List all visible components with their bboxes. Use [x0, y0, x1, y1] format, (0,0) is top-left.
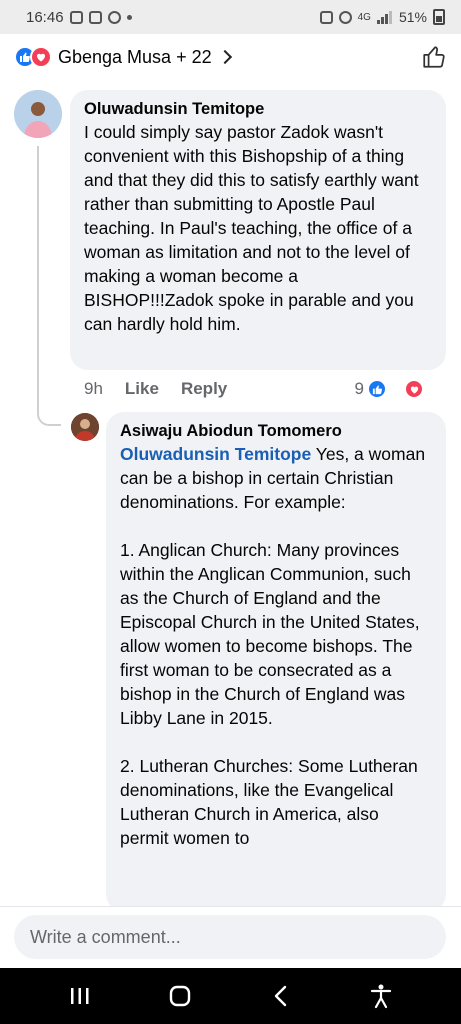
battery-icon	[433, 9, 445, 25]
gallery-icon	[88, 10, 102, 24]
reaction-icons	[14, 46, 52, 68]
back-button[interactable]	[261, 976, 301, 1016]
home-icon	[170, 985, 191, 1007]
recent-apps-icon	[71, 988, 89, 1004]
reactors-label[interactable]: Gbenga Musa + 22	[58, 47, 212, 68]
comment-text: I could simply say pastor Zadok wasn't c…	[84, 122, 424, 334]
comment-composer-area	[0, 906, 461, 968]
recent-apps-button[interactable]	[60, 976, 100, 1016]
like-post-button[interactable]	[419, 42, 449, 72]
status-time: 16:46	[26, 8, 64, 26]
profile-photo-icon	[71, 413, 99, 441]
reactions-header[interactable]: Gbenga Musa + 22	[0, 34, 461, 80]
reply-text: Oluwadunsin Temitope Yes, a woman can be…	[120, 442, 432, 850]
battery-percent: 51%	[398, 9, 427, 25]
comment-actions: 9h Like Reply 9	[84, 376, 446, 402]
reply-body: Yes, a woman can be a bishop in certain …	[120, 444, 426, 848]
like-icon	[367, 379, 387, 399]
notification-icon	[69, 10, 83, 24]
accessibility-icon	[370, 984, 391, 1009]
back-icon	[274, 985, 286, 1007]
avatar[interactable]	[14, 90, 62, 138]
comment-bubble: Oluwadunsin Temitope I could simply say …	[70, 90, 446, 370]
mention-link[interactable]: Oluwadunsin Temitope	[120, 444, 311, 464]
status-right: 4G 51%	[319, 9, 445, 25]
comment-author[interactable]: Oluwadunsin Temitope	[84, 98, 432, 120]
more-notifications-icon	[126, 14, 132, 20]
reaction-count-number: 9	[354, 379, 364, 398]
thread-connector	[37, 146, 61, 426]
love-icon	[30, 46, 52, 68]
messenger-icon	[107, 10, 121, 24]
system-nav-bar	[0, 968, 461, 1024]
comment-composer[interactable]	[14, 915, 446, 959]
comment-time: 9h	[84, 379, 103, 398]
chevron-right-icon[interactable]	[217, 49, 232, 65]
signal-icon	[376, 11, 392, 24]
thumbs-up-icon	[423, 46, 445, 68]
reply-author[interactable]: Asiwaju Abiodun Tomomero	[120, 420, 432, 442]
accessibility-button[interactable]	[361, 976, 401, 1016]
network-label: 4G	[357, 11, 371, 23]
comment-input[interactable]	[30, 926, 430, 948]
avatar[interactable]	[71, 413, 99, 441]
status-left: 16:46	[26, 9, 132, 26]
reply-bubble: Asiwaju Abiodun Tomomero Oluwadunsin Tem…	[106, 412, 446, 912]
love-icon	[404, 379, 424, 399]
status-bar: 16:46 4G 51%	[0, 0, 461, 34]
reaction-count[interactable]: 9	[355, 379, 446, 399]
profile-photo-icon	[14, 90, 62, 138]
home-button[interactable]	[160, 976, 200, 1016]
reply-button[interactable]: Reply	[181, 379, 227, 399]
alarm-icon	[338, 10, 352, 24]
lock-icon	[319, 10, 333, 24]
like-button[interactable]: Like	[125, 379, 159, 399]
